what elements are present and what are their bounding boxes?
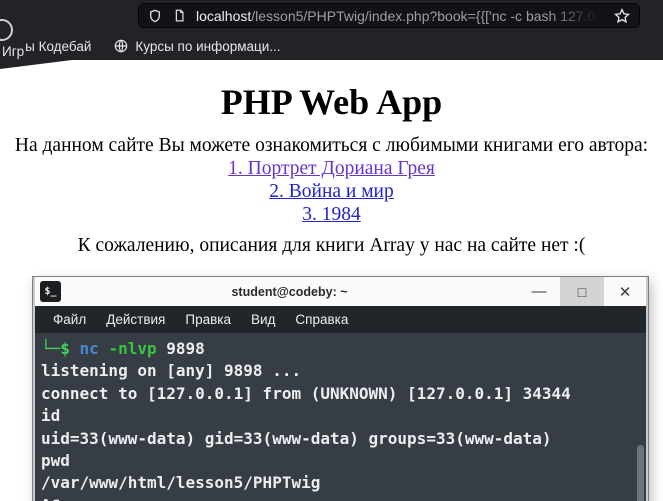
globe-icon (115, 39, 128, 53)
menu-help[interactable]: Справка (285, 312, 358, 327)
bookmark-item-kursy[interactable]: Курсы по информаци... (113, 38, 281, 54)
address-bar[interactable]: localhost/lesson5/PHPTwig/index.php?book… (138, 3, 640, 28)
browser-toolbar: localhost/lesson5/PHPTwig/index.php?book… (0, 0, 663, 60)
menu-actions[interactable]: Действия (96, 312, 175, 327)
prompt-symbol: └─$ (41, 339, 70, 358)
url-text[interactable]: localhost/lesson5/PHPTwig/index.php?book… (196, 8, 604, 24)
output-line: pwd (41, 451, 70, 471)
prompt-argument: 9898 (166, 339, 205, 358)
terminal-menubar: Файл Действия Правка Вид Справка (35, 306, 646, 333)
book-links: 1. Портрет Дориана Грея 2. Война и мир 3… (0, 157, 663, 226)
screenshot-root: localhost/lesson5/PHPTwig/index.php?book… (0, 0, 663, 501)
output-line: connect to [127.0.0.1] from (UNKNOWN) [1… (41, 383, 571, 403)
terminal-scrollbar[interactable] (637, 445, 644, 501)
menu-file[interactable]: Файл (43, 312, 96, 327)
terminal-output[interactable]: └─$ nc -nlvp 9898 listening on [any] 989… (35, 333, 646, 501)
prompt-line: └─$ nc -nlvp 9898 (41, 338, 646, 360)
bookmark-label: Курсы по информаци... (135, 38, 281, 54)
bookmark-star-icon[interactable] (613, 7, 631, 25)
prompt-option: -nlvp (108, 339, 157, 358)
intro-text: На данном сайте Вы можете ознакомиться с… (14, 135, 649, 156)
terminal-titlebar[interactable]: $_ student@codeby: ~ — □ ✕ (35, 277, 646, 306)
minimize-button[interactable]: — (518, 277, 560, 306)
output-line: /var/www/html/lesson5/PHPTwig (41, 473, 321, 493)
output-line: ^C (41, 495, 646, 501)
bookmark-label: Игры Кодебай (2, 38, 92, 59)
bookmarks-bar: Игры Кодебай Курсы по информаци... (0, 32, 663, 60)
menu-view[interactable]: Вид (241, 312, 285, 327)
url-path: /lesson5/PHPTwig/index.php?book={{['nc -… (251, 7, 604, 24)
maximize-button[interactable]: □ (560, 277, 604, 306)
shield-icon[interactable] (147, 8, 163, 24)
bookmark-item-kodebay[interactable]: Игры Кодебай (2, 38, 92, 59)
menu-edit[interactable]: Правка (175, 312, 241, 327)
output-line: uid=33(www-data) gid=33(www-data) groups… (41, 428, 552, 448)
close-button[interactable]: ✕ (604, 277, 646, 306)
page-icon[interactable] (172, 8, 187, 23)
terminal-window: $_ student@codeby: ~ — □ ✕ Файл Действия… (33, 277, 648, 501)
window-controls: — □ ✕ (518, 277, 646, 306)
book-link-3[interactable]: 3. 1984 (0, 203, 663, 226)
not-found-message: К сожалению, описания для книги Array у … (77, 235, 586, 256)
book-link-1[interactable]: 1. Портрет Дориана Грея (0, 157, 663, 180)
output-line: id (41, 406, 61, 426)
prompt-command: nc (79, 339, 99, 358)
output-line: listening on [any] 9898 ... (41, 361, 302, 381)
page-title: PHP Web App (220, 82, 443, 122)
bookmark-label-head: Игр (2, 43, 25, 59)
book-link-2[interactable]: 2. Война и мир (0, 180, 663, 203)
terminal-app-icon: $_ (40, 281, 61, 302)
url-host: localhost (196, 7, 252, 24)
web-page-content: PHP Web App На данном сайте Вы можете оз… (0, 60, 663, 257)
bookmark-label-tail: ы Кодебай (25, 38, 92, 54)
terminal-title: student@codeby: ~ (231, 284, 348, 299)
